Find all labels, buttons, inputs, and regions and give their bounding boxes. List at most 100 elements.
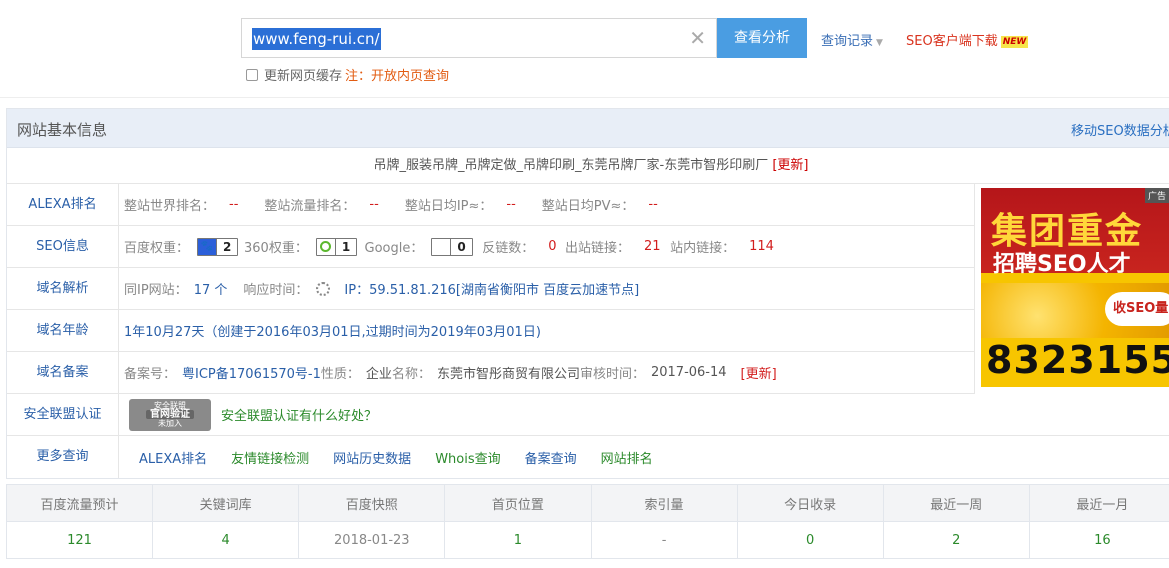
google-key: Google：: [364, 241, 424, 256]
loading-spinner-icon: [316, 281, 331, 296]
more-link-history[interactable]: 网站历史数据: [333, 448, 411, 467]
more-link-friendlink[interactable]: 友情链接检测: [231, 448, 309, 467]
same-ip-key: 同IP网站：: [124, 283, 188, 298]
ad-line-2: 招聘SEO人才: [993, 252, 1131, 277]
icp-no-value[interactable]: 粤ICP备17061570号-1: [182, 363, 321, 382]
stats-header: 首页位置: [444, 484, 592, 522]
baidu-paw-icon: 🐾: [198, 238, 217, 255]
stats-value-week[interactable]: 2: [882, 521, 1030, 559]
ad-burst: 收SEO量: [1105, 292, 1169, 326]
stats-header: 今日收录: [736, 484, 884, 522]
more-row: 更多查询 ALEXA排名 友情链接检测 网站历史数据 Whois查询 备案查询 …: [7, 436, 1169, 478]
daily-pv-value: --: [648, 197, 658, 212]
icp-audit-value: 2017-06-14: [650, 365, 727, 380]
inlinks-value[interactable]: 114: [749, 239, 774, 254]
icp-update-link[interactable]: [更新]: [741, 363, 777, 382]
security-label: 安全联盟认证: [7, 394, 119, 435]
traffic-rank-key: 整站流量排名：: [264, 199, 356, 214]
domain-age-label: 域名年龄: [7, 310, 119, 351]
same-ip-value[interactable]: 17 个: [194, 279, 228, 298]
inlinks-key: 站内链接：: [670, 241, 736, 256]
stats-value-keywords[interactable]: 4: [152, 521, 300, 559]
ip-location[interactable]: IP：59.51.81.216[湖南省衡阳市 百度云加速节点]: [344, 279, 639, 298]
more-link-whois[interactable]: Whois查询: [435, 448, 500, 467]
security-benefit-link[interactable]: 安全联盟认证有什么好处？: [221, 405, 377, 424]
domain-age-value: 1年10月27天（创建于2016年03月01日,过期时间为2019年03月01日…: [124, 325, 541, 340]
stats-table: 百度流量预计 关键词库 百度快照 首页位置 索引量 今日收录 最近一周 最近一月…: [5, 484, 1169, 559]
daily-pv-key: 整站日均PV≈：: [541, 199, 635, 214]
google-badge[interactable]: 0: [431, 237, 473, 256]
backlinks-value[interactable]: 0: [548, 239, 556, 254]
url-search-box[interactable]: www.feng-rui.cn/ ✕: [241, 18, 717, 58]
site-title-update-link[interactable]: [更新]: [772, 158, 808, 173]
google-value: 0: [450, 238, 471, 255]
outlinks-key: 出站链接：: [565, 241, 631, 256]
recruit-ad-banner[interactable]: 广告 集团重金 招聘SEO人才 收SEO量 8323155: [981, 188, 1169, 387]
domain-age-row: 域名年龄 1年10月27天（创建于2016年03月01日,过期时间为2019年0…: [7, 310, 975, 352]
icp-label: 域名备案: [7, 352, 119, 393]
icp-row: 域名备案 备案号： 粤ICP备17061570号-1 性质： 企业 名称： 东莞…: [7, 352, 975, 394]
outlinks-value[interactable]: 21: [644, 239, 661, 254]
baidu-weight-key: 百度权重：: [124, 241, 190, 256]
backlinks-key: 反链数：: [482, 241, 535, 256]
icp-name-key: 名称：: [391, 367, 431, 382]
icp-nature-key: 性质：: [320, 367, 360, 382]
more-link-rank[interactable]: 网站排名: [601, 448, 653, 467]
stats-value-index: -: [590, 521, 738, 559]
dns-row: 域名解析 同IP网站： 17 个 响应时间： IP：59.51.81.216[湖…: [7, 268, 975, 310]
analyze-button[interactable]: 查看分析: [717, 18, 807, 58]
stats-header: 百度快照: [298, 484, 446, 522]
icp-no-key: 备案号：: [124, 367, 177, 382]
stats-header-row: 百度流量预计 关键词库 百度快照 首页位置 索引量 今日收录 最近一周 最近一月: [5, 484, 1169, 522]
icp-nature-value: 企业: [365, 367, 392, 382]
panel-header: 网站基本信息 移动SEO数据分析: [7, 109, 1169, 148]
seo-label: SEO信息: [7, 226, 119, 267]
alexa-row: ALEXA排名 整站世界排名： -- 整站流量排名： -- 整站日均IP≈： -…: [7, 184, 975, 226]
daily-ip-key: 整站日均IP≈：: [404, 199, 493, 214]
so360-icon: [316, 238, 335, 255]
site-title: 吊牌_服装吊牌_吊牌定做_吊牌印刷_东莞吊牌厂家-东莞市智彤印刷厂: [373, 158, 769, 173]
baidu-weight-value: 2: [216, 238, 237, 255]
ad-corner-label: 广告: [1144, 188, 1169, 203]
refresh-cache-label[interactable]: 更新网页缓存: [264, 65, 342, 84]
s360-weight-value: 1: [334, 238, 356, 255]
refresh-cache-row: 更新网页缓存 注：开放内页查询: [246, 65, 449, 84]
divider: [0, 97, 1169, 98]
seo-client-label: SEO客户端下载: [906, 34, 998, 49]
baidu-weight-badge[interactable]: 🐾 2: [197, 237, 239, 256]
stats-value-snapshot: 2018-01-23: [298, 521, 446, 559]
alexa-label[interactable]: ALEXA排名: [7, 184, 119, 225]
panel-title: 网站基本信息: [17, 121, 108, 139]
seo-client-download-link[interactable]: SEO客户端下载 NEW: [906, 30, 1029, 49]
icp-name-value: 东莞市智彤商贸有限公司: [436, 367, 580, 382]
dns-label: 域名解析: [7, 268, 119, 309]
stats-header: 最近一周: [882, 484, 1030, 522]
site-title-row: 吊牌_服装吊牌_吊牌定做_吊牌印刷_东莞吊牌厂家-东莞市智彤印刷厂 [更新]: [7, 148, 1169, 184]
traffic-rank-value: --: [369, 197, 379, 212]
url-input[interactable]: www.feng-rui.cn/: [252, 28, 381, 50]
more-link-alexa[interactable]: ALEXA排名: [139, 448, 207, 467]
close-icon[interactable]: ✕: [689, 26, 706, 50]
stats-value-today[interactable]: 0: [736, 521, 884, 559]
new-badge: NEW: [1000, 35, 1029, 48]
stats-header: 关键词库: [152, 484, 300, 522]
icp-audit-key: 审核时间：: [579, 367, 645, 382]
refresh-cache-checkbox[interactable]: [246, 68, 258, 81]
stats-value-homepage-position[interactable]: 1: [444, 521, 592, 559]
chevron-down-icon: ▼: [876, 38, 883, 48]
seo-row: SEO信息 百度权重： 🐾 2 360权重： 1 Google： 0 反链数： …: [7, 226, 975, 268]
stats-value-traffic[interactable]: 121: [5, 521, 154, 559]
query-history-dropdown[interactable]: 查询记录 ▼: [821, 30, 883, 49]
more-link-icp[interactable]: 备案查询: [525, 448, 577, 467]
s360-weight-key: 360权重：: [244, 241, 308, 256]
security-seal-icon[interactable]: 安全联盟 官网验证 未加入: [129, 398, 211, 431]
mobile-seo-link[interactable]: 移动SEO数据分析: [1071, 120, 1169, 139]
security-row: 安全联盟认证 安全联盟 官网验证 未加入 安全联盟认证有什么好处？: [7, 394, 1169, 436]
stats-header: 最近一月: [1028, 484, 1169, 522]
seal-bottom-text: 未加入: [158, 419, 182, 428]
stats-header: 索引量: [590, 484, 738, 522]
stats-header: 百度流量预计: [5, 484, 154, 522]
s360-weight-badge[interactable]: 1: [315, 237, 358, 256]
stats-value-month[interactable]: 16: [1028, 521, 1169, 559]
inner-page-note[interactable]: 注：开放内页查询: [345, 65, 449, 84]
